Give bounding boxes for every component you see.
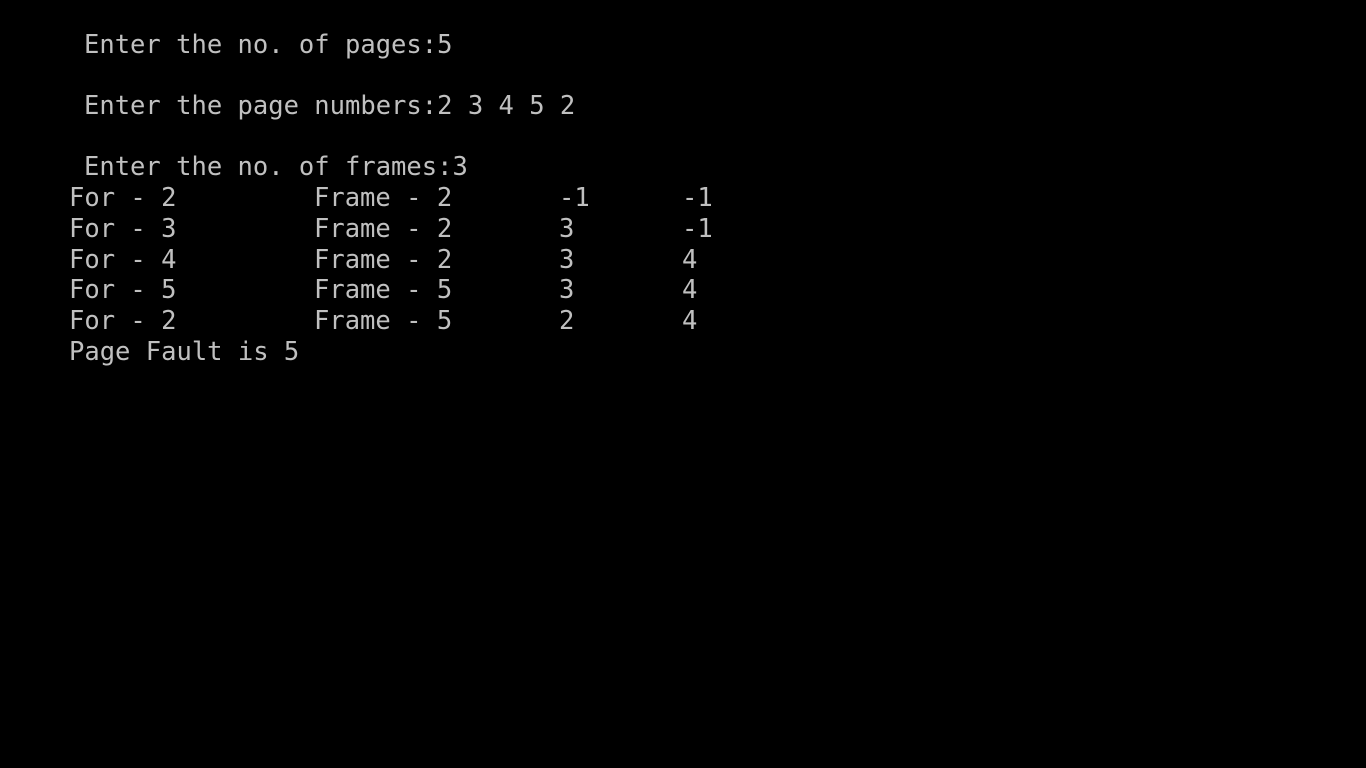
output-row: For - 5 Frame - 5 3 4 (69, 275, 697, 306)
output-row: For - 3 Frame - 2 3 -1 (69, 214, 713, 245)
row-frame-value-2: 3 (559, 245, 575, 275)
row-frame-value-3: -1 (682, 183, 713, 213)
row-frame-value-3: 4 (682, 306, 698, 336)
row-frame-value-2: -1 (559, 183, 590, 213)
row-frame-label: Frame - 5 (314, 306, 453, 336)
row-for-label: For - 3 (69, 214, 177, 244)
row-frame-label: Frame - 5 (314, 275, 453, 305)
row-frame-value-2: 3 (559, 214, 575, 244)
row-for-label: For - 5 (69, 275, 177, 305)
row-frame-label: Frame - 2 (314, 214, 453, 244)
prompt-frames-label: Enter the no. of frames: (84, 152, 453, 182)
row-frame-value-3: -1 (682, 214, 713, 244)
row-frame-value-2: 3 (559, 275, 575, 305)
row-frame-value-3: 4 (682, 275, 698, 305)
row-for-label: For - 4 (69, 245, 177, 275)
prompt-page-numbers-value: 2 3 4 5 2 (437, 91, 576, 121)
prompt-pages-label: Enter the no. of pages: (84, 30, 438, 60)
prompt-page-numbers: Enter the page numbers:2 3 4 5 2 (84, 91, 575, 122)
terminal-screen[interactable]: Enter the no. of pages:5 Enter the page … (0, 0, 1366, 768)
prompt-pages-value: 5 (437, 30, 453, 60)
row-for-label: For - 2 (69, 306, 177, 336)
prompt-frames-value: 3 (452, 152, 468, 182)
output-row: For - 4 Frame - 2 3 4 (69, 245, 697, 276)
row-frame-value-3: 4 (682, 245, 698, 275)
row-frame-label: Frame - 2 (314, 183, 453, 213)
row-frame-value-2: 2 (559, 306, 575, 336)
output-row: For - 2 Frame - 5 2 4 (69, 306, 697, 337)
page-fault-summary: Page Fault is 5 (69, 337, 300, 367)
row-for-label: For - 2 (69, 183, 177, 213)
row-frame-label: Frame - 2 (314, 245, 453, 275)
prompt-pages: Enter the no. of pages:5 (84, 30, 452, 61)
output-row: For - 2 Frame - 2 -1 -1 (69, 183, 713, 214)
prompt-frames: Enter the no. of frames:3 (84, 152, 468, 183)
prompt-page-numbers-label: Enter the page numbers: (84, 91, 438, 121)
